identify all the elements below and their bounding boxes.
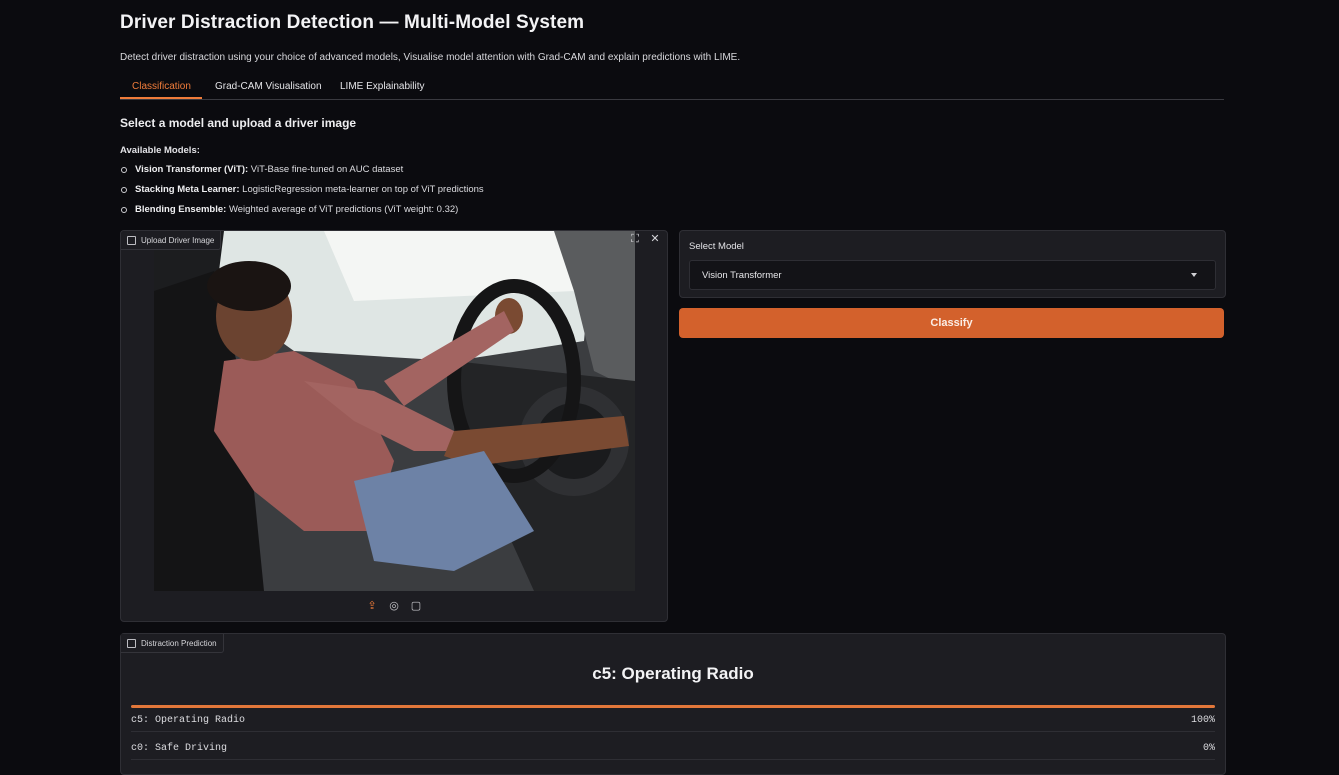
model-desc: LogisticRegression meta-learner on top o… bbox=[239, 184, 484, 195]
table-row: c0: Safe Driving 0% bbox=[131, 739, 1215, 760]
upload-icon[interactable]: ⇪ bbox=[366, 600, 378, 612]
selected-model: Vision Transformer bbox=[702, 270, 782, 281]
model-dropdown[interactable]: Vision Transformer bbox=[689, 260, 1216, 290]
section-title: Select a model and upload a driver image bbox=[120, 116, 357, 130]
confidence-bar bbox=[131, 705, 1215, 708]
model-desc: ViT-Base fine-tuned on AUC dataset bbox=[248, 164, 404, 175]
tab-bar: Classification Grad-CAM Visualisation LI… bbox=[120, 78, 1224, 100]
prediction-panel-label: Distraction Prediction bbox=[121, 634, 224, 653]
image-source-toolbar: ⇪ ◎ ▢ bbox=[121, 591, 667, 621]
prediction-panel: Distraction Prediction c5: Operating Rad… bbox=[120, 633, 1226, 775]
table-row: c5: Operating Radio 100% bbox=[131, 711, 1215, 732]
model-desc: Weighted average of ViT predictions (ViT… bbox=[226, 204, 459, 215]
upload-label-text: Upload Driver Image bbox=[141, 235, 215, 245]
model-list: Vision Transformer (ViT): ViT-Base fine-… bbox=[120, 164, 484, 224]
prediction-class: c5: Operating Radio bbox=[131, 715, 246, 726]
page-title: Driver Distraction Detection — Multi-Mod… bbox=[120, 12, 585, 33]
driver-image bbox=[154, 231, 635, 591]
list-item: Blending Ensemble: Weighted average of V… bbox=[120, 204, 484, 224]
list-item: Stacking Meta Learner: LogisticRegressio… bbox=[120, 184, 484, 204]
app: Driver Distraction Detection — Multi-Mod… bbox=[0, 0, 1339, 775]
select-model-label: Select Model bbox=[689, 241, 744, 252]
chart-icon bbox=[127, 638, 136, 648]
upload-panel-label: Upload Driver Image bbox=[121, 231, 222, 250]
page-subtitle: Detect driver distraction using your cho… bbox=[120, 52, 741, 63]
driver-photo-illustration bbox=[154, 231, 635, 591]
prediction-title: c5: Operating Radio bbox=[592, 664, 754, 683]
tab-classification[interactable]: Classification bbox=[132, 81, 191, 92]
clipboard-icon[interactable]: ▢ bbox=[410, 600, 422, 612]
model-name: Blending Ensemble: bbox=[135, 204, 227, 215]
image-upload-panel[interactable]: Upload Driver Image ⛶ ✕ ⇪ ◎ ▢ bbox=[120, 230, 668, 622]
chevron-down-icon bbox=[1191, 273, 1197, 277]
tab-lime[interactable]: LIME Explainability bbox=[340, 81, 424, 92]
active-tab-indicator bbox=[120, 97, 202, 99]
model-select-panel: Select Model Vision Transformer bbox=[679, 230, 1226, 298]
image-actions: ⛶ ✕ bbox=[629, 233, 661, 245]
webcam-icon[interactable]: ◎ bbox=[388, 600, 400, 612]
image-icon bbox=[127, 235, 136, 245]
prediction-label-text: Distraction Prediction bbox=[141, 638, 217, 648]
available-models-heading: Available Models: bbox=[120, 145, 200, 156]
prediction-class: c0: Safe Driving bbox=[131, 743, 228, 754]
fullscreen-icon[interactable]: ⛶ bbox=[629, 233, 641, 245]
tab-grad-cam[interactable]: Grad-CAM Visualisation bbox=[215, 81, 322, 92]
model-name: Vision Transformer (ViT): bbox=[135, 164, 249, 175]
close-icon[interactable]: ✕ bbox=[649, 233, 661, 245]
model-name: Stacking Meta Learner: bbox=[135, 184, 240, 195]
prediction-percent: 100% bbox=[1190, 715, 1215, 726]
classify-button[interactable]: Classify bbox=[679, 308, 1224, 338]
prediction-percent: 0% bbox=[1202, 743, 1215, 754]
list-item: Vision Transformer (ViT): ViT-Base fine-… bbox=[120, 164, 484, 184]
